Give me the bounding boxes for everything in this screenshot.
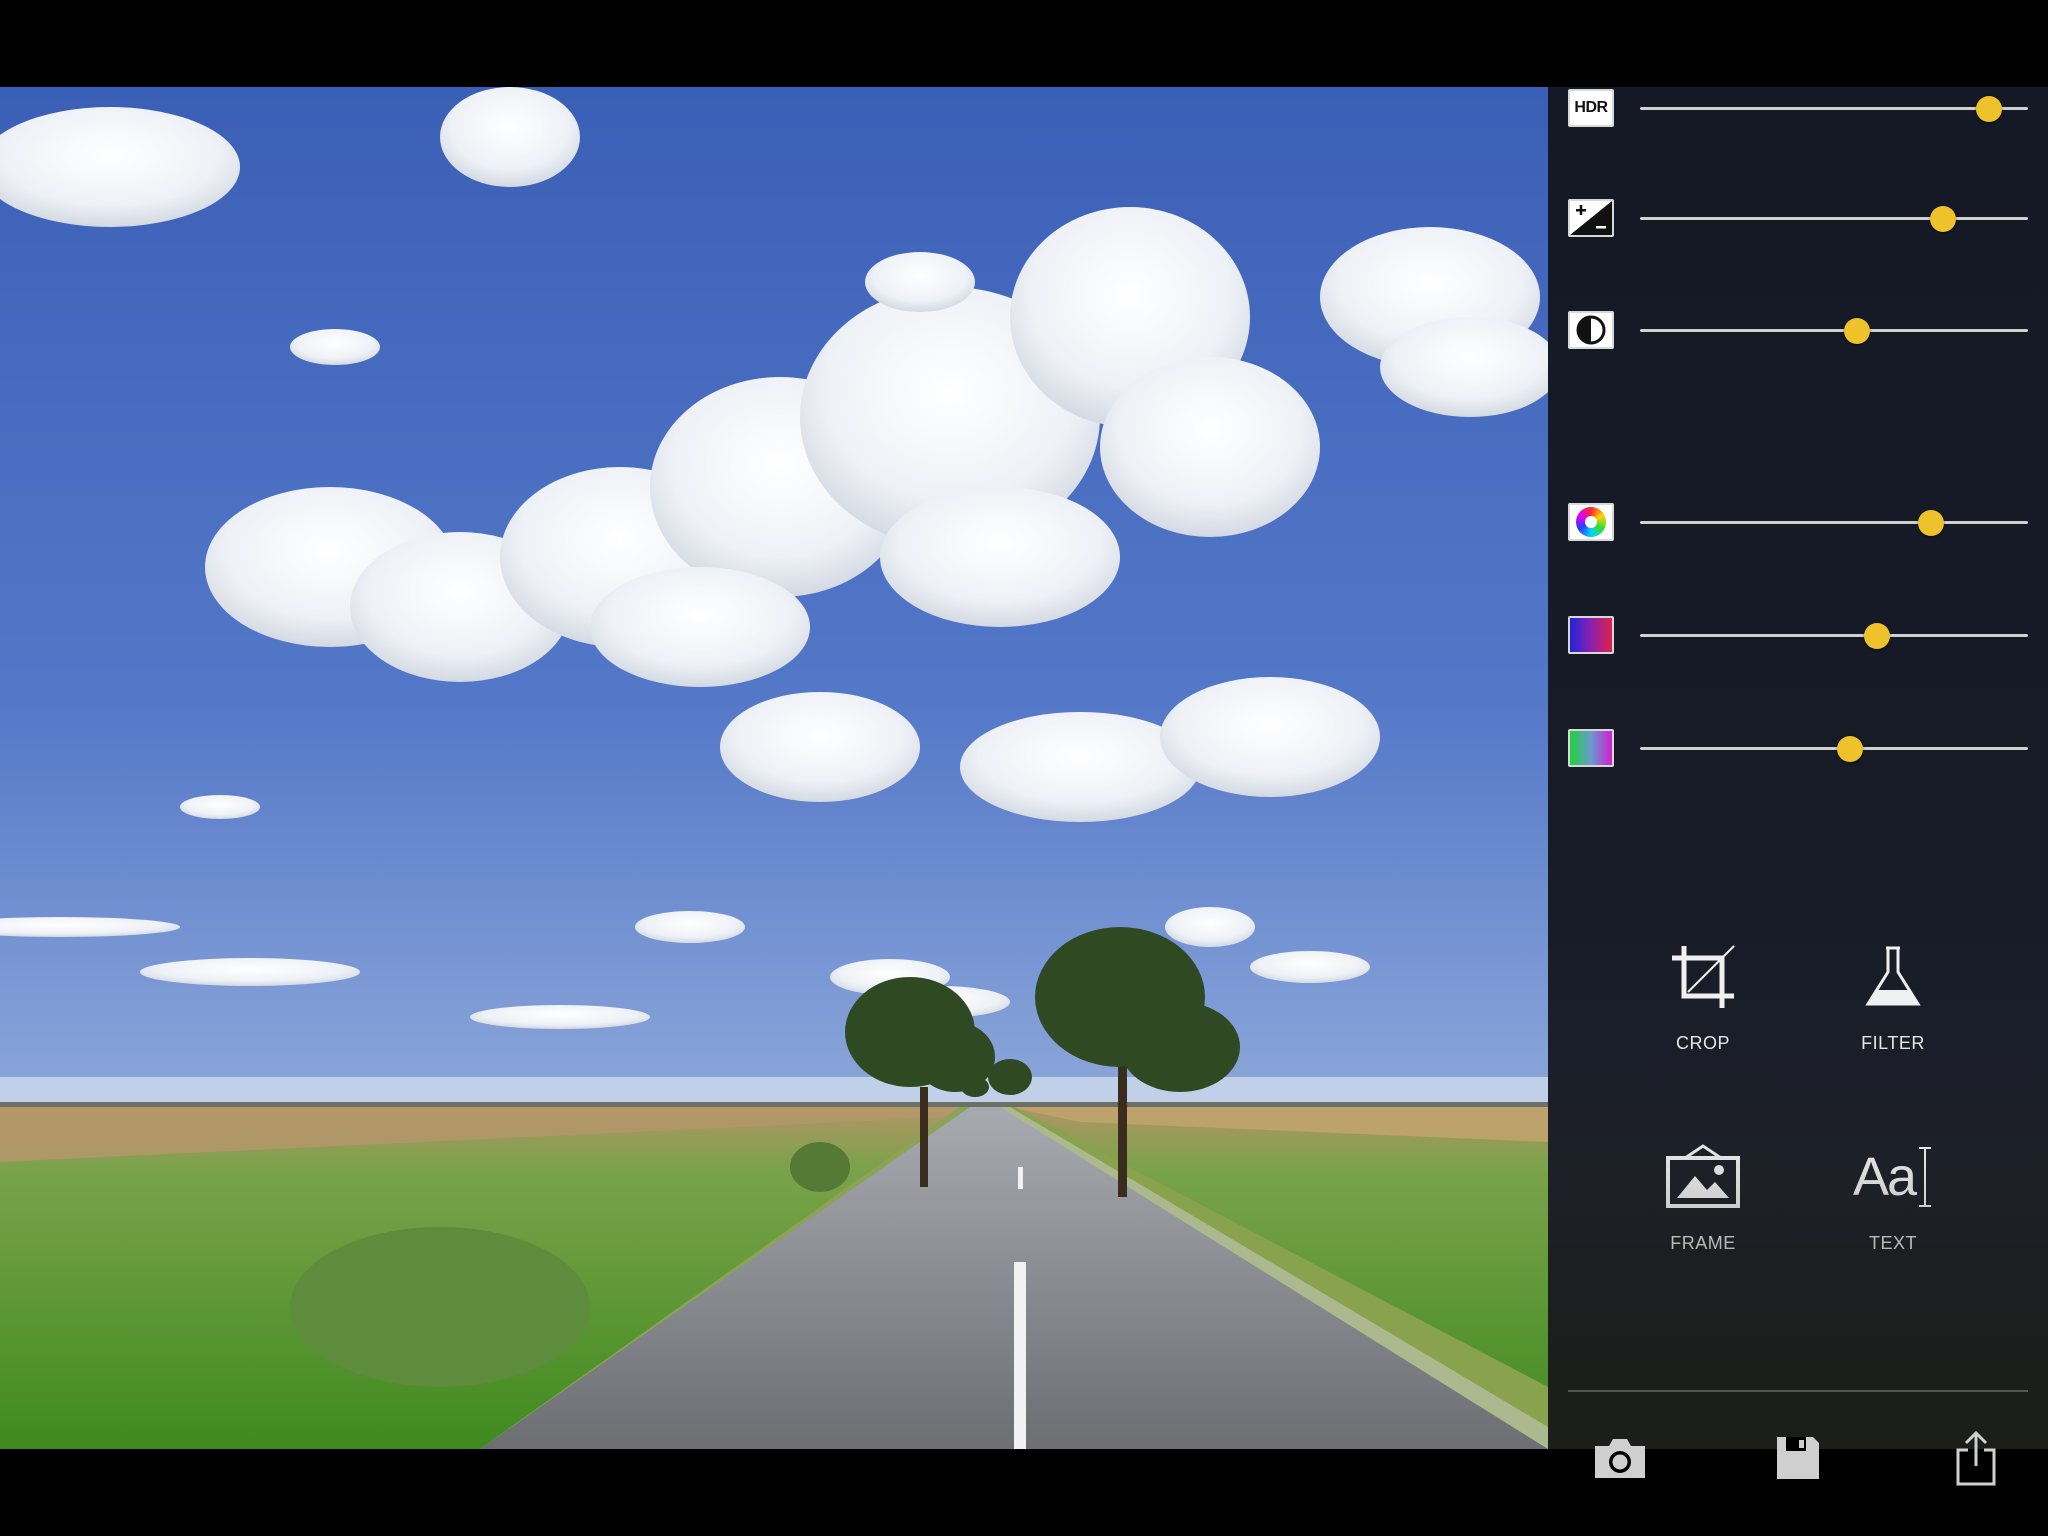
exposure-slider-track[interactable] <box>1640 206 2028 232</box>
text-label: TEXT <box>1868 1233 1917 1253</box>
crop-button[interactable]: CROP <box>1638 937 1768 1054</box>
exposure-icon <box>1568 199 1614 237</box>
contrast-icon <box>1568 311 1614 349</box>
hdr-slider-track[interactable] <box>1640 96 2028 122</box>
hdr-slider-thumb[interactable] <box>1976 96 2003 122</box>
text-icon-glyph: Aa <box>1852 1147 1917 1207</box>
text-button[interactable]: Aa TEXT <box>1828 1137 1958 1254</box>
crop-label: CROP <box>1675 1033 1730 1053</box>
panel-divider <box>1568 1390 2028 1392</box>
blue-red-gradient-icon <box>1568 616 1614 654</box>
share-icon <box>1956 1430 1996 1486</box>
saturation-slider-thumb[interactable] <box>1918 510 1944 536</box>
text-icon: Aa <box>1828 1137 1958 1217</box>
contrast-slider-track[interactable] <box>1640 318 2028 344</box>
temperature-slider-track[interactable] <box>1640 623 2028 649</box>
temperature-slider-row <box>1568 614 2028 664</box>
frame-icon <box>1638 1137 1768 1217</box>
camera-button[interactable] <box>1585 1428 1655 1488</box>
frame-button[interactable]: FRAME <box>1638 1137 1768 1254</box>
save-icon <box>1777 1437 1819 1479</box>
saturation-slider-row <box>1568 501 2028 551</box>
tint-slider-row <box>1568 727 2028 777</box>
filter-button[interactable]: FILTER <box>1828 937 1958 1054</box>
green-magenta-gradient-icon <box>1568 729 1614 767</box>
share-button[interactable] <box>1941 1428 2011 1488</box>
saturation-slider-track[interactable] <box>1640 510 2028 536</box>
temperature-slider-thumb[interactable] <box>1863 623 1890 649</box>
exposure-slider-thumb[interactable] <box>1929 206 1956 232</box>
hdr-icon-label: HDR <box>1574 99 1608 116</box>
tint-slider-thumb[interactable] <box>1836 736 1863 762</box>
flask-icon <box>1828 937 1958 1017</box>
tint-slider-track[interactable] <box>1640 736 2028 762</box>
camera-icon <box>1595 1439 1645 1478</box>
save-button[interactable] <box>1763 1428 1833 1488</box>
adjustment-panel: HDR CROP FILTER FRAME Aa TEXT <box>1548 87 2048 1449</box>
frame-label: FRAME <box>1670 1233 1736 1253</box>
hdr-icon: HDR <box>1568 89 1614 127</box>
exposure-slider-row <box>1568 197 2028 247</box>
filter-label: FILTER <box>1861 1033 1925 1053</box>
contrast-slider-row <box>1568 309 2028 359</box>
color-wheel-icon <box>1568 503 1614 541</box>
contrast-slider-thumb[interactable] <box>1844 318 1871 344</box>
crop-icon <box>1638 937 1768 1017</box>
photo-canvas[interactable] <box>0 87 1548 1449</box>
hdr-slider-row: HDR <box>1568 87 2028 137</box>
